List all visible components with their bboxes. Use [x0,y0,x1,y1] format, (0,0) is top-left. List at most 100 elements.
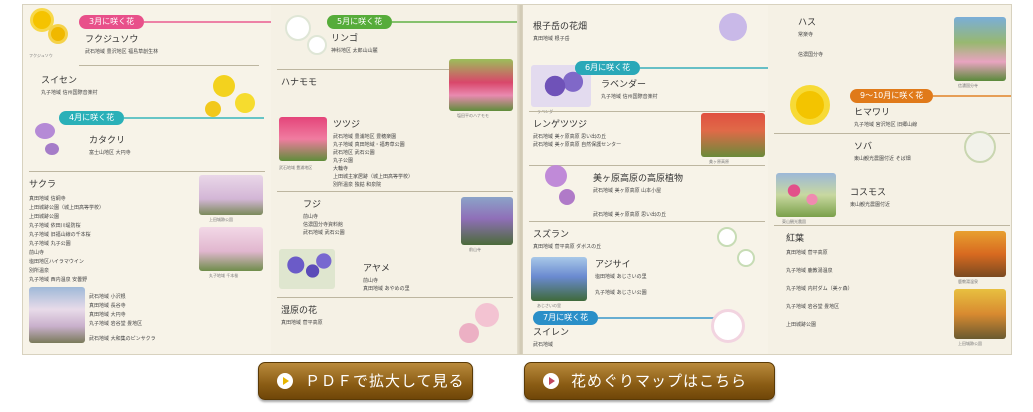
page: フクジュソウ 3月に咲く花 フクジュソウ 武石地域 豊沢地区 福島草創生林 スイ… [0,0,1033,412]
place-sakura-11: 武石地域 小沢根 [89,294,126,300]
brochure-image: フクジュソウ 3月に咲く花 フクジュソウ 武石地域 豊沢地区 福島草創生林 スイ… [22,4,1012,355]
place-tsutsuji-7: 別所温泉 独鈷 和泉院 [333,182,382,188]
section-april: 4月に咲く花 [59,111,265,125]
place-nekodake: 真田地域 根子岳 [533,36,570,42]
place-ajisai-1: 塩田地域 あじさいの里 [595,274,647,280]
fuji-photo [461,197,513,245]
place-tsutsuji-6: 上田城主家居跡（城上田高等学校） [333,174,414,180]
flower-map-label: 花めぐりマップはこちら [571,372,748,390]
suiren-illustration [711,309,745,343]
suisen-illustration-3 [205,101,221,117]
flower-koyo: 紅葉 [786,234,805,244]
place-sakura-5: 丸子地域 旧福山線の千本桜 [29,232,91,238]
place-sakura-2: 上田城跡公園（城上田高等学校） [29,205,105,211]
katakuri-illustration-2 [45,143,59,155]
katakuri-illustration [35,123,55,139]
divider [774,225,1010,226]
flower-map-button[interactable]: 花めぐりマップはこちら [524,362,775,400]
place-ringo: 神科地区 太郎山山麓 [331,48,378,54]
divider [529,221,765,222]
place-tsutsuji-1: 武石地域 豊浦地区 豊穂楽園 [333,134,397,140]
section-july: 7月に咲く花 [533,311,739,325]
sakura-photo-2-caption: 丸子地域 千本桜 [209,273,239,278]
place-sakura-15: 武石地域 大和集のピンサクラ [89,336,156,342]
lenge-photo [701,113,765,157]
ajisai-photo-caption: あじさいの里 [537,303,561,308]
play-arrow-icon [277,373,293,389]
divider [529,111,765,112]
suisen-illustration-2 [235,93,255,113]
place-fuji-2: 信濃国分寺資料館 [303,222,344,228]
place-koyo-3: 丸子地域 内村ダム（美ヶ森） [786,286,853,292]
divider [29,171,265,172]
place-kosmos: 東山観光農園付近 [850,202,891,208]
brochure-panel-3: 根子岳の花畑 真田地域 根子岳 ラベンダー 6月に咲く花 ラベンダー 丸子地域 … [523,5,768,354]
flower-hasu: ハス [798,18,817,28]
flower-kogen: 美ヶ原高原の高原植物 [593,174,684,184]
flower-soba: ソバ [854,142,873,152]
fukujuso-caption: フクジュソウ [29,53,53,58]
tsutsuji-photo [279,117,327,161]
himawari-illustration [790,85,830,125]
place-sakura-6: 丸子地域 丸子公園 [29,241,71,247]
place-suisen: 丸子地域 信州国際音楽村 [41,90,98,96]
section-june: 6月に咲く花 [575,61,768,75]
divider [529,165,765,166]
place-fuji-1: 前山寺 [303,214,319,220]
place-ayame-1: 前山寺 [363,278,379,284]
flower-katakuri: カタクリ [89,136,126,146]
flower-ajisai: アジサイ [595,260,631,270]
place-tsutsuji-3: 武石地区 武石公園 [333,150,375,156]
koyo-photo-2 [954,289,1006,339]
place-fuji-3: 武石地域 武石公園 [303,230,345,236]
kogen-illustration [545,165,567,187]
place-sakura-4: 丸子地域 依田川堤防桜 [29,223,81,229]
place-suiren: 武石地域 [533,342,554,348]
flower-kosmos: コスモス [850,188,887,198]
suzuran-illustration [717,227,737,247]
place-lenge-1: 武石地域 美ヶ原高原 思い出の丘 [533,134,607,140]
place-sakura-14: 丸子地域 岩谷堂 畳地区 [89,321,143,327]
flower-lavender: ラベンダー [601,80,647,90]
tsutsuji-photo-caption: 武石地域 豊浦地区 [279,165,313,170]
place-kogen-2: 武石地域 美ヶ原高原 思い出の丘 [593,212,667,218]
hanamomo-photo [449,59,513,111]
kogen-illustration-2 [559,189,575,205]
flower-suisen: スイセン [41,76,78,86]
place-koyo-2: 丸子地域 鹿教湯温泉 [786,268,833,274]
place-tsutsuji-4: 丸子公園 [333,158,354,164]
flower-ayame: アヤメ [363,264,390,274]
koyo-photo-2-caption: 上田城跡公園 [958,341,982,346]
ajisai-photo [531,257,587,301]
divider [79,65,259,66]
sakura-photo-1-caption: 上田城跡公園 [209,217,233,222]
flower-fuji: フジ [303,200,322,210]
play-arrow-icon [543,373,559,389]
flower-suzuran: スズラン [533,230,570,240]
pdf-enlarge-label: ＰＤＦで拡大して見る [305,372,465,390]
soba-illustration [964,131,996,163]
hanamomo-photo-caption: 塩田平のハナモモ [457,113,489,118]
kosmos-photo [776,173,836,217]
place-suzuran: 真田地域 菅平高原 ダボスの丘 [533,244,602,250]
place-kogen-1: 武石地域 美ヶ原高原 山本小屋 [593,188,662,194]
place-hasu-2: 信濃国分寺 [798,52,824,58]
sakura-photo-2 [199,227,263,271]
place-sakura-3: 上田城跡公園 [29,214,60,220]
flower-fukujuso: フクジュソウ [85,35,139,45]
place-tsutsuji-2: 丸子地域 真田地域・福寿草公園 [333,142,405,148]
flower-shitsugen: 湿原の花 [281,306,318,316]
place-sakura-8: 塩田地区ハイラマウイン [29,259,84,265]
place-shitsugen: 真田地域 菅平高原 [281,320,323,326]
flower-ringo: リンゴ [331,34,359,44]
fukujuso-illustration [33,11,51,29]
shitsugen-illustration [475,303,499,327]
shitsugen-illustration-2 [459,323,479,343]
place-fukujuso: 武石地域 豊沢地区 福島草創生林 [85,49,159,55]
pdf-enlarge-button[interactable]: ＰＤＦで拡大して見る [258,362,473,400]
place-ajisai-2: 丸子地域 あじさい公園 [595,290,647,296]
place-koyo-4: 丸子地域 岩谷堂 畳地区 [786,304,840,310]
flower-hanamomo: ハナモモ [281,78,318,88]
ringo-illustration [285,15,311,41]
section-sep-oct: 9〜10月に咲く花 [850,89,1011,103]
